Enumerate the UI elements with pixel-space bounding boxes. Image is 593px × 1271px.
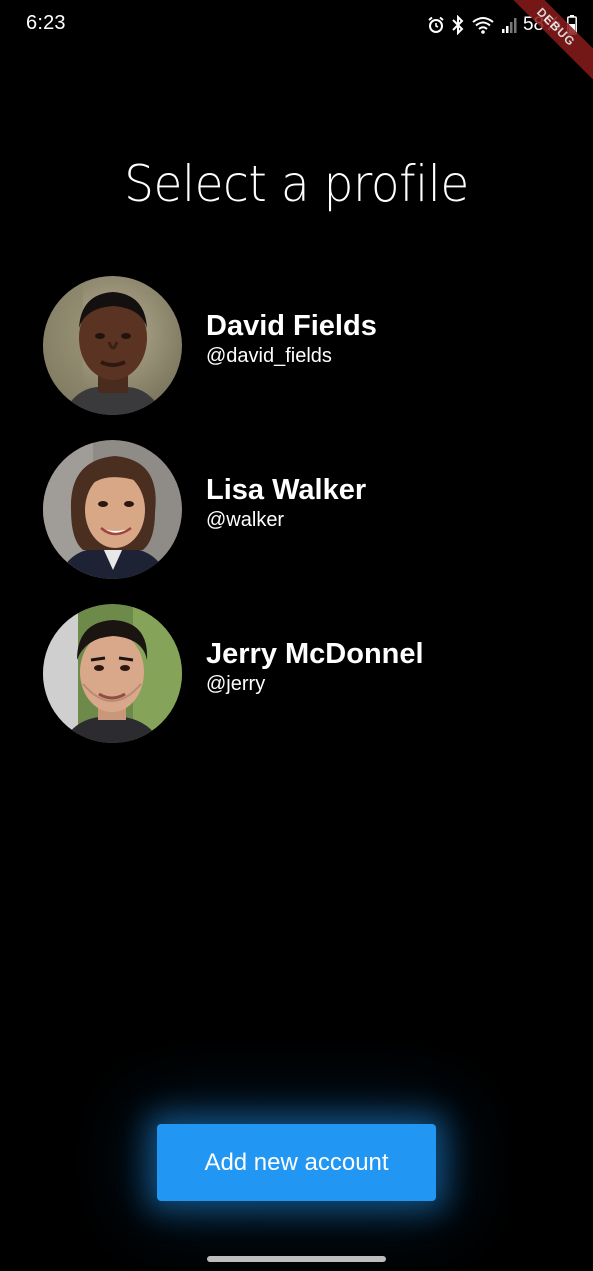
status-bar: 6:23	[0, 0, 593, 52]
profile-name: Jerry McDonnel	[206, 637, 424, 670]
profile-handle: @jerry	[206, 672, 266, 695]
profile-handle: @walker	[206, 508, 285, 531]
profile-name: Lisa Walker	[206, 473, 367, 506]
profile-name: David Fields	[206, 309, 377, 342]
status-time: 6:23	[26, 12, 66, 34]
profile-text: Lisa Walker @walker	[206, 473, 366, 533]
page-title: Select a profile	[124, 155, 469, 213]
profile-text: Jerry McDonnel @jerry	[206, 637, 424, 697]
profile-list: David Fields @david_fields Lisa Walker @…	[43, 276, 563, 768]
bluetooth-icon	[451, 15, 465, 35]
profile-item-jerry-mcdonnel[interactable]: Jerry McDonnel @jerry	[43, 604, 563, 743]
wifi-icon	[471, 15, 495, 35]
select-profile-screen: 6:23 DEBUG Select a profile David Fields…	[0, 0, 593, 1271]
profile-handle: @david_fields	[206, 344, 332, 367]
alarm-icon	[427, 16, 445, 34]
avatar	[43, 276, 182, 415]
add-new-account-button[interactable]: Add new account	[157, 1124, 436, 1201]
gesture-nav-handle[interactable]	[207, 1256, 386, 1262]
signal-icon	[501, 16, 517, 34]
profile-item-david-fields[interactable]: David Fields @david_fields	[43, 276, 563, 415]
profile-item-lisa-walker[interactable]: Lisa Walker @walker	[43, 440, 563, 579]
profile-text: David Fields @david_fields	[206, 309, 377, 369]
avatar	[43, 604, 182, 743]
avatar	[43, 440, 182, 579]
